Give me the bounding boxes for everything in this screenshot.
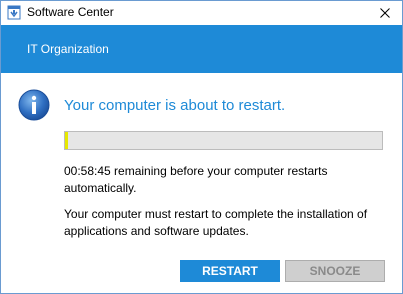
restart-progress-bar [64, 131, 383, 150]
software-center-icon [7, 5, 21, 20]
progress-fill [65, 132, 68, 149]
restart-button[interactable]: RESTART [180, 260, 280, 282]
organization-banner: IT Organization [1, 25, 402, 73]
close-icon [380, 8, 390, 18]
restart-headline: Your computer is about to restart. [64, 97, 286, 114]
restart-reason-message: Your computer must restart to complete t… [64, 207, 368, 238]
organization-name: IT Organization [27, 42, 109, 56]
close-button[interactable] [374, 3, 396, 23]
software-center-window: Software Center IT Organization Your com… [0, 0, 403, 294]
info-icon [18, 89, 50, 121]
snooze-button[interactable]: SNOOZE [285, 260, 385, 282]
title-bar: Software Center [1, 1, 402, 25]
window-title: Software Center [27, 5, 114, 19]
countdown-message: 00:58:45 remaining before your computer … [64, 164, 328, 195]
